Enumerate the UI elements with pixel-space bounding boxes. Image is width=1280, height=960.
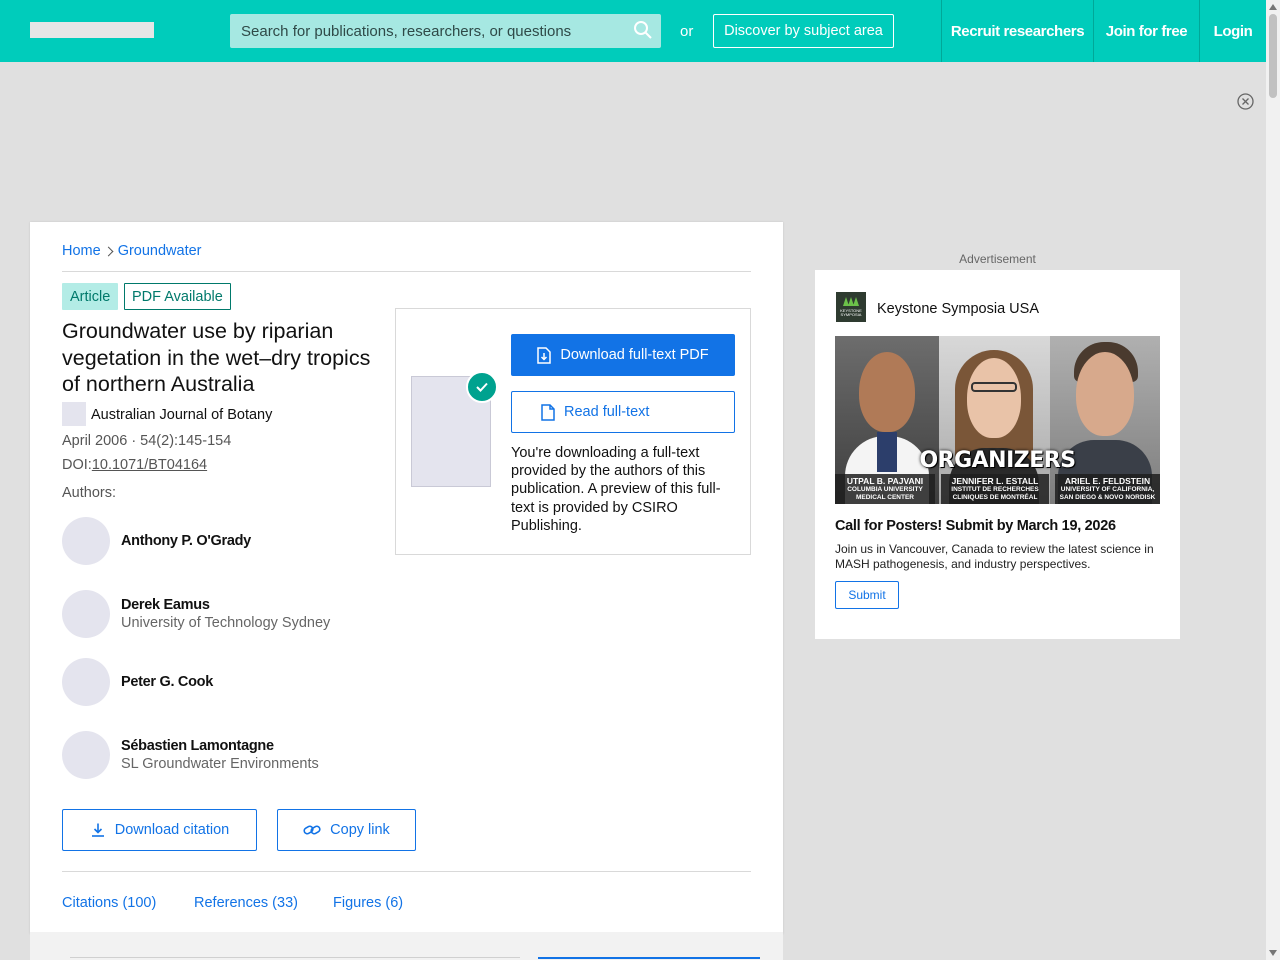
- divider: [62, 271, 751, 272]
- site-logo[interactable]: [30, 22, 154, 38]
- link-icon: [303, 825, 321, 835]
- breadcrumb-topic-link[interactable]: Groundwater: [118, 243, 202, 259]
- search-box: [230, 14, 661, 48]
- organizer-name: JENNIFER L. ESTALL: [951, 476, 1039, 486]
- doi-line: DOI:10.1071/BT04164: [62, 457, 207, 473]
- divider: [62, 871, 751, 872]
- search-icon[interactable]: [633, 20, 653, 40]
- read-full-text-button[interactable]: Read full-text: [511, 391, 735, 433]
- publication-date: April 2006 · 54(2):145-154: [62, 433, 232, 449]
- advertisement-label: Advertisement: [959, 252, 1036, 266]
- keystone-symposia-logo[interactable]: KEYSTONE SYMPOSIA: [836, 292, 866, 322]
- avatar[interactable]: [62, 517, 110, 565]
- organizer-affiliation: SAN DIEGO & NOVO NORDISK: [1059, 494, 1156, 501]
- organizer-nameplate: JENNIFER L. ESTALL INSTITUT DE RECHERCHE…: [941, 474, 1049, 504]
- breadcrumb-home-link[interactable]: Home: [62, 243, 101, 259]
- author-name-link[interactable]: Derek Eamus: [121, 597, 210, 613]
- document-icon: [541, 403, 555, 421]
- join-for-free-link[interactable]: Join for free: [1093, 0, 1199, 62]
- organizer-affiliation: INSTITUT DE RECHERCHES: [951, 486, 1039, 493]
- doi-prefix: DOI:: [62, 457, 92, 473]
- top-navigation-bar: or Discover by subject area Recruit rese…: [0, 0, 1266, 62]
- journal-logo: [62, 402, 86, 426]
- copy-link-label: Copy link: [330, 822, 390, 838]
- search-input[interactable]: [230, 14, 625, 48]
- close-ad-icon[interactable]: [1237, 93, 1254, 110]
- organizer-affiliation: CLINIQUES DE MONTRÉAL: [952, 494, 1038, 501]
- scroll-down-arrow-icon[interactable]: [1269, 950, 1277, 956]
- tab-references[interactable]: References (33): [194, 895, 298, 911]
- organizer-nameplate: UTPAL B. PAJVANI COLUMBIA UNIVERSITY MED…: [835, 474, 935, 504]
- organizer-affiliation: UNIVERSITY OF CALIFORNIA,: [1060, 486, 1155, 493]
- logo-text: SYMPOSIA: [840, 312, 862, 317]
- ad-submit-button[interactable]: Submit: [835, 581, 899, 609]
- article-card-footer: [30, 932, 783, 960]
- tab-figures[interactable]: Figures (6): [333, 895, 403, 911]
- download-note: You're downloading a full-text provided …: [511, 445, 721, 534]
- download-citation-button[interactable]: Download citation: [62, 809, 257, 851]
- divider: [538, 957, 760, 959]
- author-affiliation: SL Groundwater Environments: [121, 756, 319, 772]
- authors-label: Authors:: [62, 485, 116, 501]
- organizer-affiliation: MEDICAL CENTER: [855, 494, 915, 501]
- author-name-link[interactable]: Anthony P. O'Grady: [121, 533, 251, 549]
- author-name-link[interactable]: Sébastien Lamontagne: [121, 738, 274, 754]
- article-title: Groundwater use by riparian vegetation i…: [62, 319, 371, 396]
- organizer-affiliation: COLUMBIA UNIVERSITY: [847, 486, 923, 493]
- ad-body-text: Join us in Vancouver, Canada to review t…: [835, 542, 1154, 571]
- organizer-name: UTPAL B. PAJVANI: [846, 476, 924, 486]
- download-citation-label: Download citation: [114, 822, 230, 838]
- ad-headline[interactable]: Call for Posters! Submit by March 19, 20…: [835, 518, 1116, 534]
- download-full-text-pdf-button[interactable]: Download full-text PDF: [511, 334, 735, 376]
- author-affiliation: University of Technology Sydney: [121, 615, 331, 631]
- avatar[interactable]: [62, 731, 110, 779]
- login-link[interactable]: Login: [1199, 0, 1266, 62]
- copy-link-button[interactable]: Copy link: [277, 809, 416, 851]
- author-name-link[interactable]: Peter G. Cook: [121, 674, 213, 690]
- check-icon: [466, 371, 498, 403]
- journal-name-link[interactable]: Australian Journal of Botany: [91, 407, 272, 423]
- tab-citations[interactable]: Citations (100): [62, 895, 156, 911]
- read-full-text-label: Read full-text: [564, 404, 650, 420]
- scroll-up-arrow-icon[interactable]: [1269, 4, 1277, 10]
- pdf-download-icon: [537, 346, 552, 364]
- recruit-researchers-link[interactable]: Recruit researchers: [941, 0, 1093, 62]
- download-icon: [91, 823, 104, 837]
- article-type-badge: Article: [62, 283, 119, 310]
- scrollbar-thumb[interactable]: [1269, 14, 1277, 98]
- discover-by-subject-button[interactable]: Discover by subject area: [713, 14, 894, 48]
- pdf-available-badge: PDF Available: [124, 283, 231, 310]
- avatar[interactable]: [62, 658, 110, 706]
- organizer-name: ARIEL E. FELDSTEIN: [1064, 476, 1151, 486]
- ad-image-heading: ORGANIZERS: [919, 448, 1076, 473]
- chevron-right-icon: [103, 246, 114, 256]
- doi-link[interactable]: 10.1071/BT04164: [92, 457, 207, 473]
- ad-brand-name[interactable]: Keystone Symposia USA: [877, 301, 1039, 317]
- download-pdf-label: Download full-text PDF: [560, 347, 709, 363]
- vertical-scrollbar[interactable]: [1266, 0, 1280, 960]
- avatar[interactable]: [62, 590, 110, 638]
- ad-organizers-image[interactable]: ORGANIZERS UTPAL B. PAJVANI COLUMBIA UNI…: [835, 336, 1160, 504]
- or-label: or: [680, 23, 694, 40]
- organizer-nameplate: ARIEL E. FELDSTEIN UNIVERSITY OF CALIFOR…: [1055, 474, 1160, 504]
- divider: [70, 957, 520, 958]
- breadcrumb: Home Groundwater: [62, 243, 202, 259]
